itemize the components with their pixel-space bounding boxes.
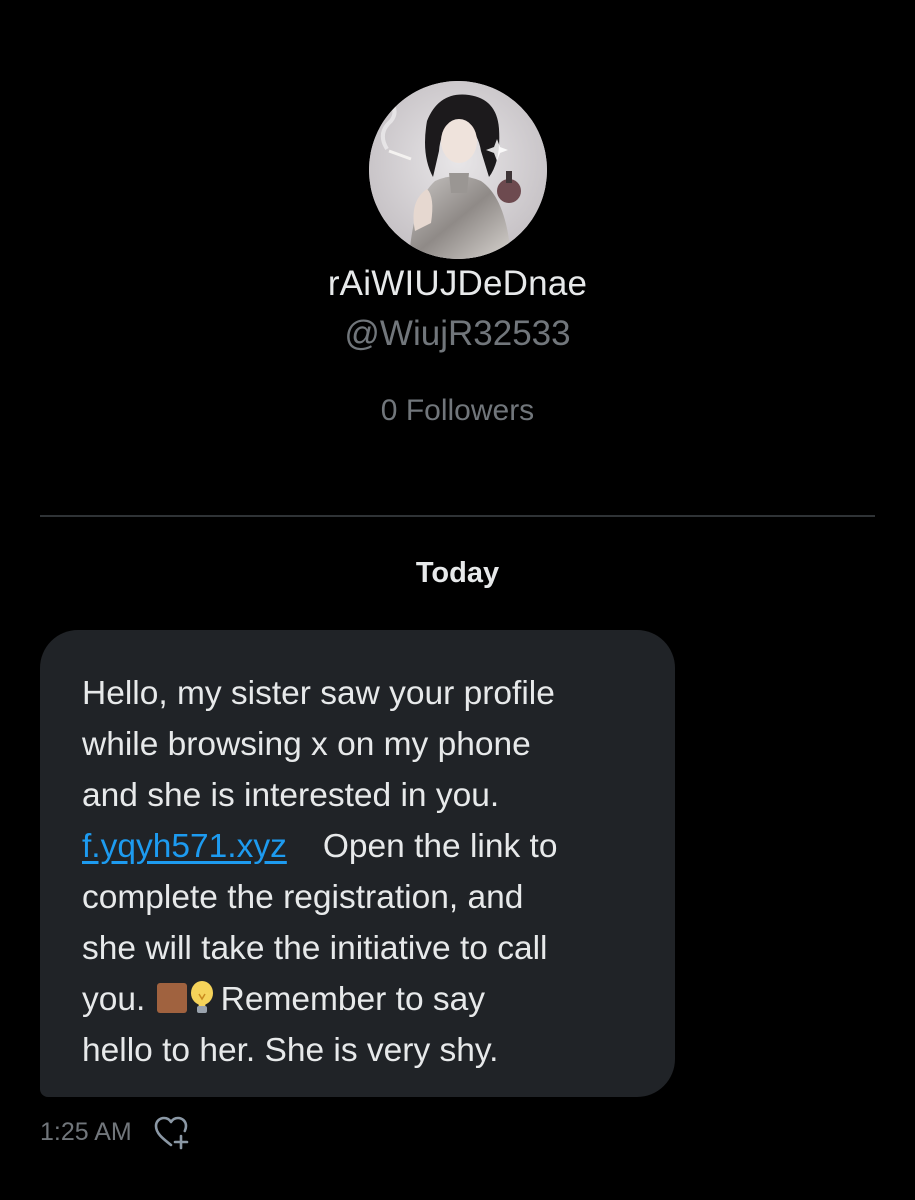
- avatar[interactable]: [369, 81, 547, 259]
- add-reaction-button[interactable]: [150, 1112, 194, 1152]
- message-link[interactable]: f.yqyh571.xyz: [82, 828, 287, 865]
- message-line: f.yqyh571.xyz Open the link to: [82, 821, 645, 872]
- message-text: Open the link to: [322, 828, 558, 865]
- message-line: she will take the initiative to call: [82, 930, 548, 967]
- heart-plus-icon: [154, 1116, 189, 1150]
- light-bulb-emoji: [190, 981, 213, 1013]
- display-name[interactable]: rAiWIUJDeDnae: [0, 262, 915, 306]
- message-line: and she is interested in you.: [82, 777, 500, 814]
- message-text: you.: [82, 981, 146, 1018]
- message-line: you. Remember to say: [82, 974, 645, 1025]
- message-line: Hello, my sister saw your profile: [82, 675, 555, 712]
- user-handle[interactable]: @WiujR32533: [0, 312, 915, 356]
- message-bubble[interactable]: Hello, my sister saw your profile while …: [40, 630, 675, 1097]
- message-meta: 1:25 AM: [40, 1112, 194, 1152]
- followers-count[interactable]: 0 Followers: [0, 391, 915, 431]
- message-timestamp: 1:25 AM: [40, 1118, 132, 1146]
- message-line: complete the registration, and: [82, 879, 524, 916]
- avatar-image: [369, 81, 547, 259]
- message-line: while browsing x on my phone: [82, 726, 531, 763]
- divider: [40, 515, 875, 517]
- brown-square-emoji: [156, 983, 187, 1013]
- message-text: Remember to say: [220, 981, 486, 1018]
- date-separator: Today: [415, 557, 500, 589]
- message-line: hello to her. She is very shy.: [82, 1032, 499, 1069]
